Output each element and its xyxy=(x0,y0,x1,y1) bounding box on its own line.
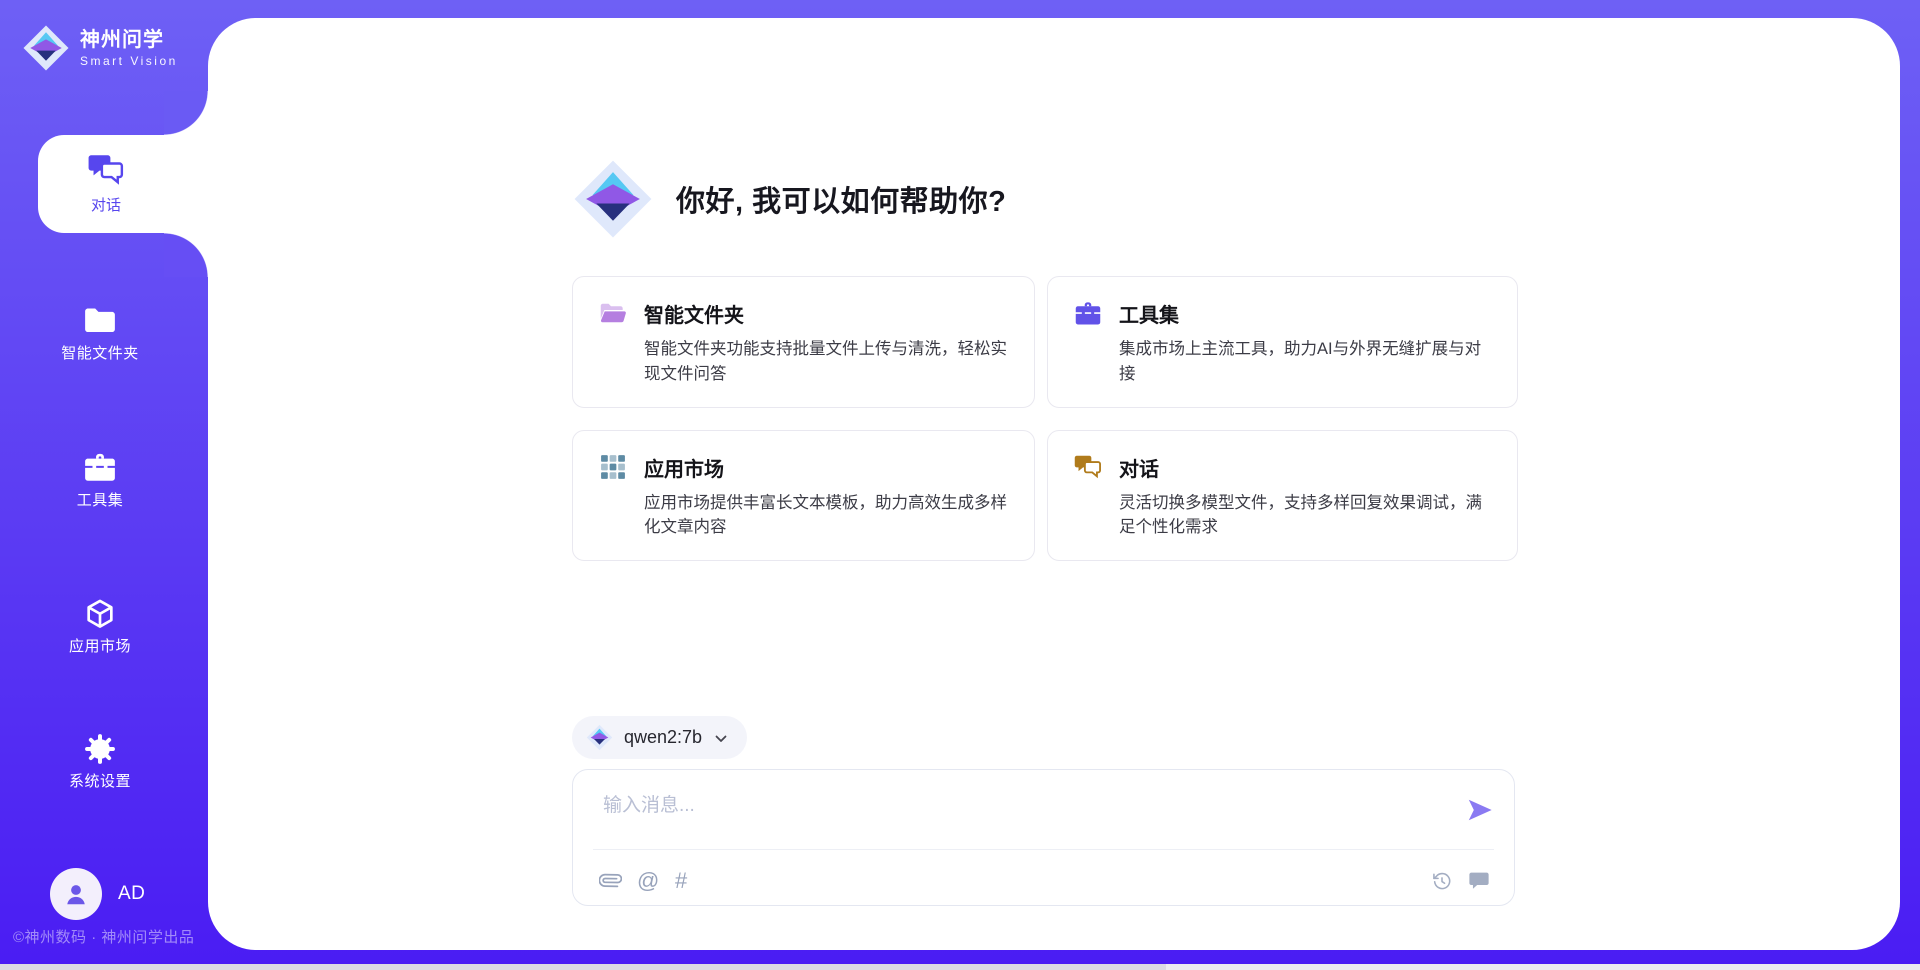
copyright-text: ©神州数码 · 神州问学出品 xyxy=(13,926,194,947)
at-icon[interactable]: @ xyxy=(637,869,660,892)
card-description: 智能文件夹功能支持批量文件上传与清洗，轻松实现文件问答 xyxy=(644,337,1008,387)
brand-diamond-icon xyxy=(22,24,70,72)
card-head: 对话 xyxy=(1074,453,1491,482)
sidebar-item-label: 工具集 xyxy=(77,489,124,510)
brand-text: 神州问学 Smart Vision xyxy=(80,28,178,68)
history-icon[interactable] xyxy=(1431,870,1453,892)
user-profile[interactable]: AD xyxy=(50,868,145,920)
chat-icon xyxy=(87,153,125,187)
model-selector[interactable]: qwen2:7b xyxy=(572,716,747,759)
folder-open-icon xyxy=(599,301,627,327)
sidebar-item-label: 对话 xyxy=(91,194,121,215)
message-input[interactable] xyxy=(601,788,1445,844)
paperclip-icon[interactable] xyxy=(599,869,622,892)
grid-icon xyxy=(599,454,627,480)
toolbox-icon xyxy=(1074,301,1102,327)
user-name: AD xyxy=(118,883,145,905)
sidebar-item-label: 系统设置 xyxy=(69,770,131,791)
person-icon xyxy=(62,880,90,908)
card-chat[interactable]: 对话 灵活切换多模型文件，支持多样回复效果调试，满足个性化需求 xyxy=(1047,430,1518,562)
card-title: 对话 xyxy=(1119,453,1159,482)
card-head: 工具集 xyxy=(1074,299,1491,328)
toolbox-icon xyxy=(83,452,117,484)
chat-bubble-icon[interactable] xyxy=(1468,870,1490,892)
tab-fillet-top xyxy=(164,91,208,135)
greeting-title: 你好, 我可以如何帮助你? xyxy=(676,178,1006,220)
sidebar-item-app-market[interactable]: 应用市场 xyxy=(0,598,200,656)
sidebar-item-toolset[interactable]: 工具集 xyxy=(0,452,200,510)
send-icon xyxy=(1466,796,1494,824)
avatar xyxy=(50,868,102,920)
card-description: 灵活切换多模型文件，支持多样回复效果调试，满足个性化需求 xyxy=(1119,491,1491,541)
sidebar-item-settings[interactable]: 系统设置 xyxy=(0,733,200,791)
feature-cards: 智能文件夹 智能文件夹功能支持批量文件上传与清洗，轻松实现文件问答 工具集 集成… xyxy=(572,276,1518,561)
scrollbar-thumb[interactable] xyxy=(0,964,1166,970)
card-app-market[interactable]: 应用市场 应用市场提供丰富长文本模板，助力高效生成多样化文章内容 xyxy=(572,430,1035,562)
bottom-scrollbar[interactable] xyxy=(0,964,1920,970)
composer-actions xyxy=(1431,870,1490,892)
card-head: 应用市场 xyxy=(599,453,1008,482)
card-head: 智能文件夹 xyxy=(599,299,1008,328)
gear-icon xyxy=(83,733,117,765)
chat-icon xyxy=(1074,454,1102,480)
composer-tools: @ # xyxy=(599,869,698,892)
cube-icon xyxy=(83,598,117,630)
model-diamond-icon xyxy=(586,724,613,751)
card-title: 应用市场 xyxy=(644,453,724,482)
app-logo: 神州问学 Smart Vision xyxy=(22,24,178,72)
sidebar-item-label: 智能文件夹 xyxy=(61,342,139,363)
sidebar-item-label: 应用市场 xyxy=(69,635,131,656)
brand-name-cn: 神州问学 xyxy=(80,28,178,52)
sidebar-item-chat[interactable]: 对话 xyxy=(38,135,208,233)
composer-divider xyxy=(593,849,1494,850)
card-title: 智能文件夹 xyxy=(644,299,744,328)
card-smart-folders[interactable]: 智能文件夹 智能文件夹功能支持批量文件上传与清洗，轻松实现文件问答 xyxy=(572,276,1035,408)
card-title: 工具集 xyxy=(1119,299,1179,328)
card-description: 集成市场上主流工具，助力AI与外界无缝扩展与对接 xyxy=(1119,337,1491,387)
greeting: 你好, 我可以如何帮助你? xyxy=(572,158,1006,240)
sidebar: 神州问学 Smart Vision 对话 智能文件夹 工具集 应用市场 系统设置… xyxy=(0,0,208,970)
model-label: qwen2:7b xyxy=(624,727,702,748)
brand-name-en: Smart Vision xyxy=(80,54,178,68)
card-toolset[interactable]: 工具集 集成市场上主流工具，助力AI与外界无缝扩展与对接 xyxy=(1047,276,1518,408)
message-composer: @ # xyxy=(572,769,1515,906)
hash-icon[interactable]: # xyxy=(675,869,698,892)
tab-fillet-bottom xyxy=(164,233,208,277)
chevron-down-icon xyxy=(713,731,729,747)
folder-icon xyxy=(83,305,117,337)
send-button[interactable] xyxy=(1466,796,1494,824)
card-description: 应用市场提供丰富长文本模板，助力高效生成多样化文章内容 xyxy=(644,491,1008,541)
sidebar-item-smart-folders[interactable]: 智能文件夹 xyxy=(0,305,200,363)
assistant-diamond-icon xyxy=(572,158,654,240)
